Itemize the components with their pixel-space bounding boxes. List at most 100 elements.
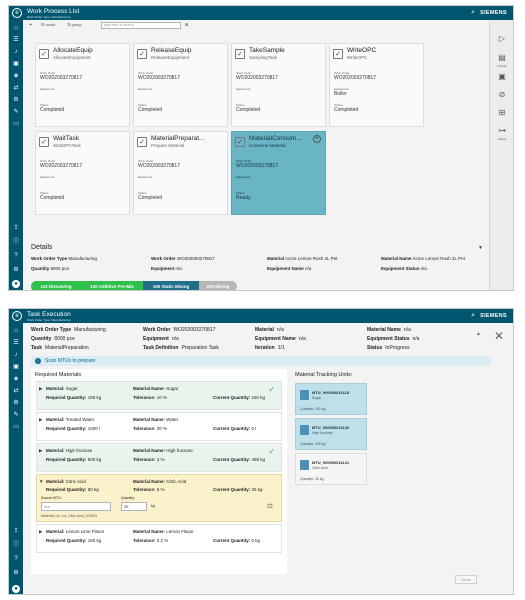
task-check-icon: ✓ [235,137,245,147]
bell-icon[interactable]: ♪ [12,48,20,56]
expand-icon[interactable]: ▶ [39,417,42,423]
document-icon[interactable]: ▣ [496,72,508,82]
tolerance-value: 5 % [156,487,165,492]
mtu-card[interactable]: MTU_000000011118 Sugar Quantity: 150 kg [295,383,367,415]
hdr-eq-value: n/a [171,336,179,342]
info-icon[interactable]: ⓘ [12,541,20,549]
help-icon[interactable]: ? [12,252,20,260]
mtu-card[interactable]: MTU_000000011120 High fructose Quantity:… [295,418,367,450]
task-icon[interactable]: ✎ [12,411,20,419]
list-icon[interactable]: ☰ [12,339,20,347]
play-icon[interactable]: ▷ [496,34,508,44]
clear-search-icon[interactable]: ⊠ [185,22,188,27]
home-icon[interactable]: ⌂ [12,24,20,32]
required-qty-field: Required Quantity: 1000 l [46,426,100,431]
expand-icon[interactable]: ▶ [39,448,42,454]
detail-eqs: Equipment Status n/a [381,266,427,271]
mode-toggle[interactable]: ⊟ mode [41,22,55,27]
material-value: Citric Acid [65,479,86,484]
card-subtitle: AllocateEquipment [53,55,91,60]
task-card[interactable]: ✓ WaitTask WaitOPCTask Work Order WO2020… [35,131,130,215]
material-row[interactable]: ▶ Material: Sugar Material Name: Sugar R… [36,381,282,410]
help-icon[interactable]: ? [12,555,20,563]
bell-icon[interactable]: ♪ [12,351,20,359]
done-button[interactable]: Done [455,575,477,584]
monitor-icon[interactable]: ▭ [12,423,20,431]
search-icon[interactable]: ⌕ [471,9,475,16]
step-tab[interactable]: 200 Mixing [199,281,237,290]
list-icon[interactable]: ☰ [12,36,20,44]
user-avatar[interactable]: ● [12,585,20,593]
material-row[interactable]: ▶ Material: Lemon Lime Flavor Material N… [36,524,282,553]
home-icon[interactable]: ⌂ [12,327,20,335]
task-card-selected[interactable]: ✓ MaterialConsum... Consume Material + W… [231,131,326,215]
collapse-icon[interactable]: ▼ [478,245,483,251]
collapse-icon[interactable]: ▼ [39,479,43,484]
expand-icon[interactable]: ▶ [39,386,42,392]
share-icon[interactable]: ⇪ [12,527,20,535]
cube-icon[interactable]: ◈ [12,72,20,80]
cube-icon[interactable]: ◈ [12,375,20,383]
scale-icon[interactable]: ⚖ [267,502,273,510]
material-row[interactable]: ▶ Material: High fructose Material Name:… [36,443,282,472]
user-avatar[interactable]: ● [12,280,20,288]
search-input[interactable]: type here to search [101,22,181,29]
task-card[interactable]: ✓ WriteOPC WriteOPC Work Order WO2020032… [329,43,424,127]
flow-icon[interactable]: ⇄ [12,84,20,92]
task-card[interactable]: ✓ ReleaseEquip ReleaseEquipment Work Ord… [133,43,228,127]
task-card[interactable]: ✓ AllocateEquip AllocateEquipment Work O… [35,43,130,127]
hdr-mat-value: n/a [276,327,284,333]
details-icon[interactable]: ▤ [496,53,508,63]
detail-wo-value: WO202003270817 [176,256,215,261]
monitor-icon[interactable]: ▭ [12,120,20,128]
group-toggle[interactable]: ⇅ group [67,22,82,27]
step-tab[interactable]: 120 Additive Pre-Mix [81,281,143,290]
wo-value: WO202003270817 [40,75,82,81]
status-icon[interactable]: ⊶ [496,126,508,136]
info-icon[interactable]: ⓘ [12,238,20,246]
app-logo-icon[interactable]: e [12,311,22,321]
gear-icon[interactable]: ⚙ [12,96,20,104]
source-mtu-input[interactable]: n/a [41,502,111,511]
app-logo-icon[interactable]: e [12,8,22,18]
current-qty-value: 150 kg [251,395,266,400]
filter-icon[interactable]: ⏷ [29,22,32,27]
share-icon[interactable]: ⇪ [12,224,20,232]
current-qty-value: 498 kg [251,457,266,462]
expand-icon[interactable]: ▶ [39,529,42,535]
group-label: group [71,22,82,27]
task-icon[interactable]: ✎ [12,108,20,116]
brand-logo: SIEMENS [480,313,507,319]
step-tab-active[interactable]: 150 Static Mixing [143,281,199,290]
material-row[interactable]: ▶ Material: Treated Water Material Name:… [36,412,282,441]
cube-icon [300,390,309,400]
add-icon[interactable]: + [313,135,321,143]
check-icon: ✓ [268,447,275,456]
scan-banner: i Scan MTUs to prepare [31,356,491,366]
title-bar: e Task Execution Work Order Type: Manufa… [9,309,513,323]
box-icon[interactable]: ▣ [12,363,20,371]
step-tab[interactable]: 110 Dissolving [31,281,81,290]
mtu-card[interactable]: MTU_000000011121 Citric Acid Quantity: 2… [295,453,367,485]
hierarchy-icon[interactable]: ⊞ [496,108,508,118]
flow-icon[interactable]: ⇄ [12,387,20,395]
tolerance-label: Tolerance: [133,395,156,400]
close-icon[interactable]: ✕ [494,329,504,343]
search-icon[interactable]: ⌕ [471,312,475,319]
visibility-icon[interactable]: ⊘ [496,90,508,100]
card-title: TakeSample [249,47,285,54]
cube-icon [300,425,309,435]
quantity-input[interactable]: 25 [121,502,147,511]
status-value: Completed [138,195,163,201]
settings-icon[interactable]: ⚙ [12,569,20,577]
collapse-header-icon[interactable]: ▲ [476,331,481,337]
gear-icon[interactable]: ⚙ [12,399,20,407]
settings-icon[interactable]: ⚙ [12,266,20,274]
material-label: Material: [46,386,65,391]
material-row-active[interactable]: ▼ Material: Citric Acid Material Name: C… [36,474,282,522]
box-icon[interactable]: ▣ [12,60,20,68]
task-card[interactable]: ✓ MaterialPreparat... Prepare Material W… [133,131,228,215]
detail-eqn-value: n/a [305,266,312,271]
hdr-iter: Iteration 1/1 [255,345,285,351]
task-card[interactable]: ✓ TakeSample SamplingTask Work Order WO2… [231,43,326,127]
